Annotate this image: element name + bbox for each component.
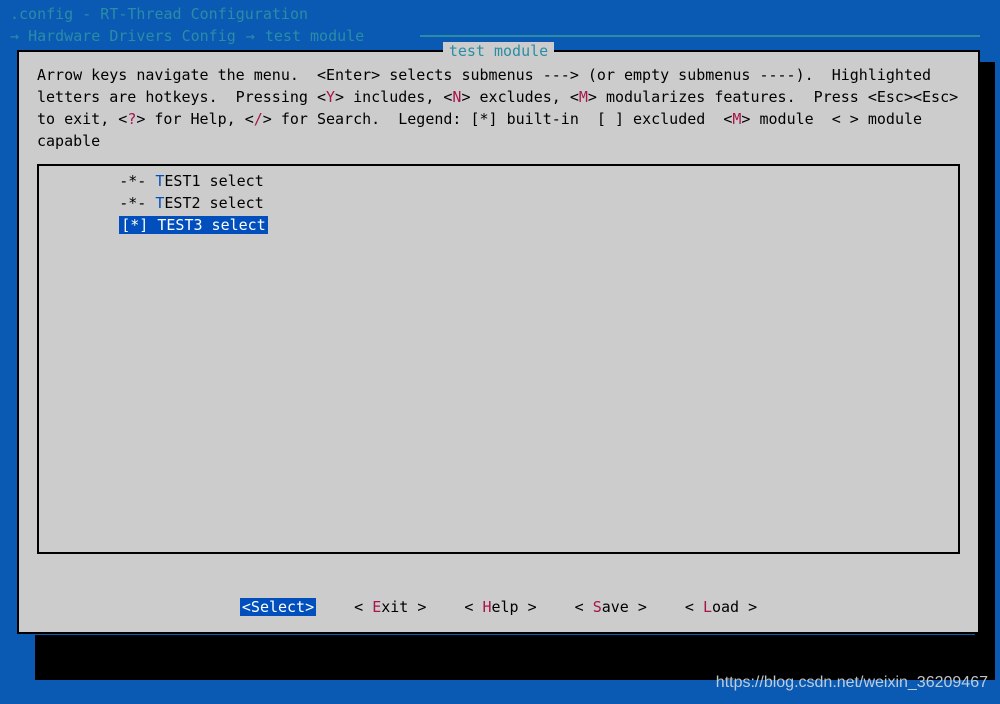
load-button[interactable]: < Load > (685, 596, 757, 618)
box-title: test module (443, 42, 554, 60)
menu-item-1[interactable]: -*- TEST2 select (47, 192, 950, 214)
select-button[interactable]: <Select> (240, 596, 316, 618)
config-window: test module Arrow keys navigate the menu… (17, 50, 980, 634)
menu-item-2[interactable]: [*] TEST3 select (47, 214, 950, 236)
watermark: https://blog.csdn.net/weixin_36209467 (716, 672, 988, 694)
save-button[interactable]: < Save > (575, 596, 647, 618)
box-title-wrap: test module (19, 40, 978, 62)
button-bar: <Select> < Exit > < Help > < Save > < Load > (19, 596, 978, 618)
help-text: Arrow keys navigate the menu. <Enter> se… (19, 52, 978, 158)
help-button[interactable]: < Help > (464, 596, 536, 618)
header-rule (420, 35, 980, 37)
menu-list[interactable]: -*- TEST1 select -*- TEST2 select [*] TE… (37, 164, 960, 554)
menu-item-0[interactable]: -*- TEST1 select (47, 170, 950, 192)
exit-button[interactable]: < Exit > (354, 596, 426, 618)
title-bar: .config - RT-Thread Configuration (10, 3, 990, 25)
